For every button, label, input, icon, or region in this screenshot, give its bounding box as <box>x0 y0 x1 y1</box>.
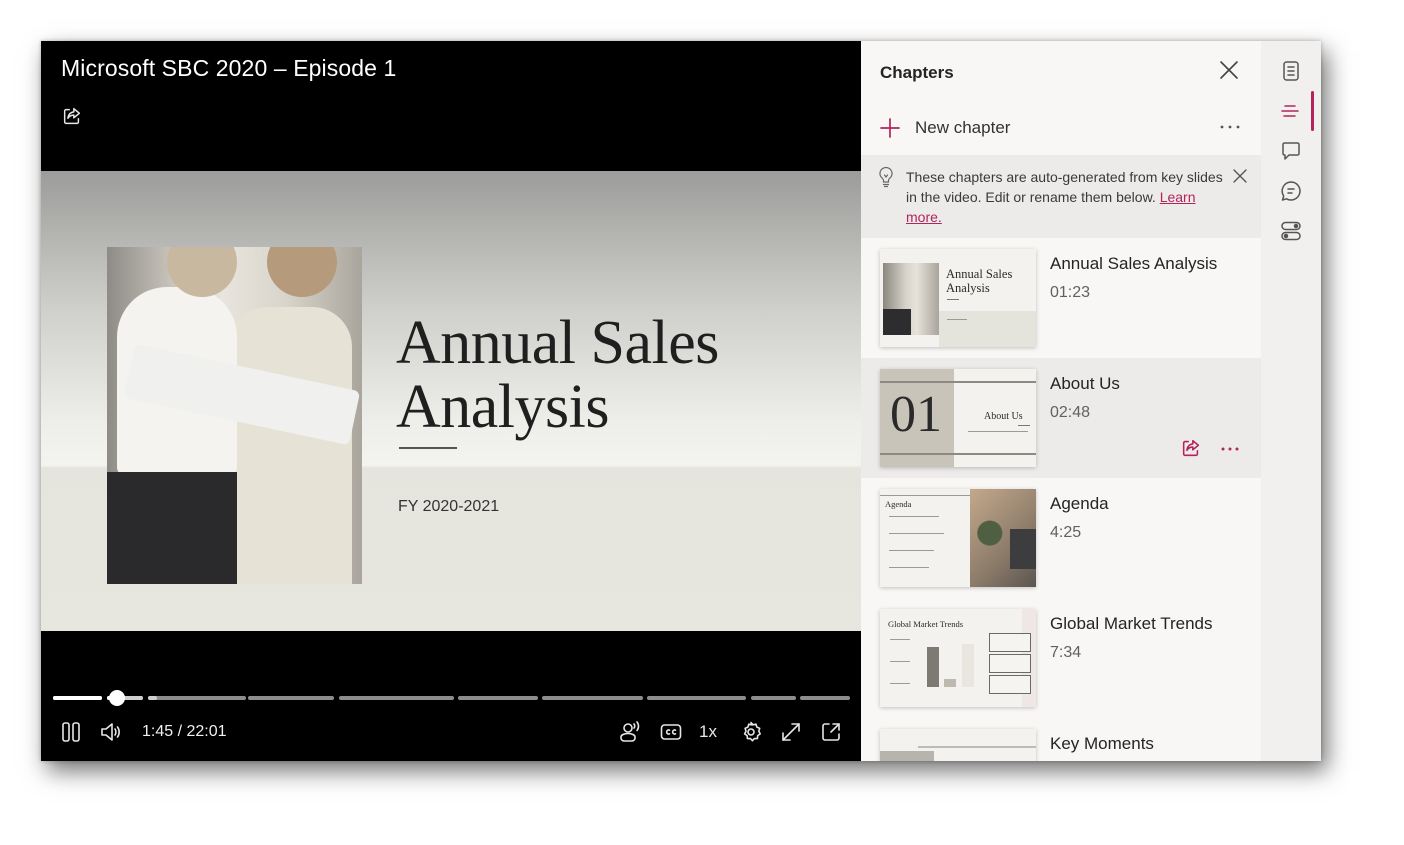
chapter-segment[interactable] <box>53 696 103 700</box>
pause-button[interactable] <box>58 719 84 745</box>
video-player[interactable]: Microsoft SBC 2020 – Episode 1 Annual Sa… <box>41 41 861 761</box>
chapter-title: Key Moments <box>1050 734 1154 753</box>
playback-speed-button[interactable]: 1x <box>699 722 717 742</box>
chapter-time: 4:25 <box>1050 524 1082 541</box>
settings-button[interactable] <box>738 719 764 745</box>
chapter-segment[interactable] <box>147 696 246 700</box>
chapter-thumbnail: Global Market Trends <box>880 609 1036 707</box>
chapter-more-button[interactable] <box>1219 442 1241 454</box>
dismiss-info-button[interactable] <box>1232 168 1248 184</box>
chapter-segment[interactable] <box>542 696 643 700</box>
more-icon <box>1221 447 1239 451</box>
slide-subtitle: FY 2020-2021 <box>398 498 500 515</box>
new-chapter-button[interactable]: New chapter <box>879 117 1010 139</box>
chapters-button[interactable] <box>1279 99 1303 123</box>
chapter-segment[interactable] <box>799 696 850 700</box>
time-display: 1:45 / 22:01 <box>142 723 227 740</box>
thumb-title: Agenda <box>885 499 912 509</box>
chapter-item[interactable]: Key Moments <box>861 718 1261 761</box>
volume-icon <box>101 723 120 741</box>
side-rail <box>1261 41 1321 761</box>
chapter-item[interactable]: Annual Sales Analysis Annual Sales Analy… <box>861 238 1261 358</box>
gear-icon <box>743 721 761 742</box>
slide-title-line1: Annual Sales <box>396 309 719 377</box>
fullscreen-button[interactable] <box>778 719 804 745</box>
chapter-title: Agenda <box>1050 494 1109 513</box>
playhead-handle[interactable] <box>108 690 125 706</box>
chapter-title: About Us <box>1050 374 1120 393</box>
slide-title: Annual Sales Analysis <box>396 311 719 439</box>
chapter-thumbnail: Annual Sales Analysis <box>880 249 1036 347</box>
comment-icon <box>1282 142 1300 160</box>
chapter-time: 7:34 <box>1050 644 1082 661</box>
panel-title: Chapters <box>880 63 954 82</box>
popout-button[interactable] <box>818 719 844 745</box>
share-icon <box>1182 439 1200 457</box>
chapter-segment[interactable] <box>646 696 747 700</box>
chapter-title: Annual Sales Analysis <box>1050 254 1218 273</box>
toggles-button[interactable] <box>1279 219 1303 243</box>
info-banner: These chapters are auto-generated from k… <box>861 155 1261 238</box>
thumb-title: Annual Sales Analysis <box>946 267 1013 295</box>
volume-button[interactable] <box>98 719 124 745</box>
video-title: Microsoft SBC 2020 – Episode 1 <box>61 55 397 81</box>
speaker-view-button[interactable] <box>617 719 643 745</box>
chat-button[interactable] <box>1279 179 1303 203</box>
speaker-icon <box>620 721 640 742</box>
comments-button[interactable] <box>1279 139 1303 163</box>
played-fill <box>53 696 103 700</box>
toggles-icon <box>1281 221 1301 241</box>
chapter-title: Global Market Trends <box>1050 614 1213 633</box>
chapter-segment[interactable] <box>339 696 454 700</box>
video-frame-slide[interactable]: Annual Sales Analysis FY 2020-2021 <box>41 171 861 631</box>
close-icon <box>1220 61 1238 79</box>
chapters-icon <box>1281 105 1299 117</box>
seek-bar[interactable] <box>53 690 850 706</box>
more-options-button[interactable] <box>1219 119 1241 135</box>
chapter-segment[interactable] <box>248 696 335 700</box>
app-window: Microsoft SBC 2020 – Episode 1 Annual Sa… <box>41 41 1321 761</box>
thumb-title: About Us <box>984 411 1023 422</box>
buffered-fill <box>147 696 157 700</box>
info-text: These chapters are auto-generated from k… <box>906 167 1226 227</box>
chapters-panel: Chapters New chapter These chapters are … <box>861 41 1261 761</box>
chapter-time: 02:48 <box>1050 404 1091 421</box>
chat-icon <box>1281 181 1301 201</box>
chapter-thumbnail <box>880 729 1036 761</box>
chapter-item-active[interactable]: 01 About Us About Us 02:48 <box>861 358 1261 478</box>
thumb-number: 01 <box>890 386 942 443</box>
chapter-item[interactable]: Global Market Trends Global Market Trend… <box>861 598 1261 718</box>
share-icon[interactable] <box>61 105 83 127</box>
closed-captions-icon <box>660 724 682 740</box>
captions-button[interactable] <box>658 719 684 745</box>
chapter-segment[interactable] <box>457 696 538 700</box>
share-chapter-button[interactable] <box>1180 437 1202 459</box>
close-panel-button[interactable] <box>1218 59 1240 81</box>
chapter-segment[interactable] <box>751 696 796 700</box>
slide-divider <box>399 447 457 449</box>
pause-icon <box>62 722 80 742</box>
transcript-button[interactable] <box>1279 59 1303 83</box>
transcript-icon <box>1283 61 1299 81</box>
lightbulb-icon <box>877 166 895 188</box>
chapter-thumbnail: 01 About Us <box>880 369 1036 467</box>
player-controls: 1:45 / 22:01 1x <box>41 715 861 749</box>
thumb-title: Global Market Trends <box>888 619 964 629</box>
chapter-time: 01:23 <box>1050 284 1091 301</box>
close-icon <box>1233 169 1247 183</box>
chapter-item[interactable]: Agenda Agenda 4:25 <box>861 478 1261 598</box>
new-chapter-label: New chapter <box>915 118 1011 137</box>
active-tab-indicator <box>1311 91 1314 131</box>
open-in-new-window-icon <box>822 723 840 741</box>
chapter-thumbnail: Agenda <box>880 489 1036 587</box>
slide-photo <box>107 247 362 584</box>
plus-icon <box>880 118 900 138</box>
expand-icon <box>782 723 800 741</box>
slide-title-line2: Analysis <box>396 373 609 441</box>
more-icon <box>1220 125 1240 129</box>
